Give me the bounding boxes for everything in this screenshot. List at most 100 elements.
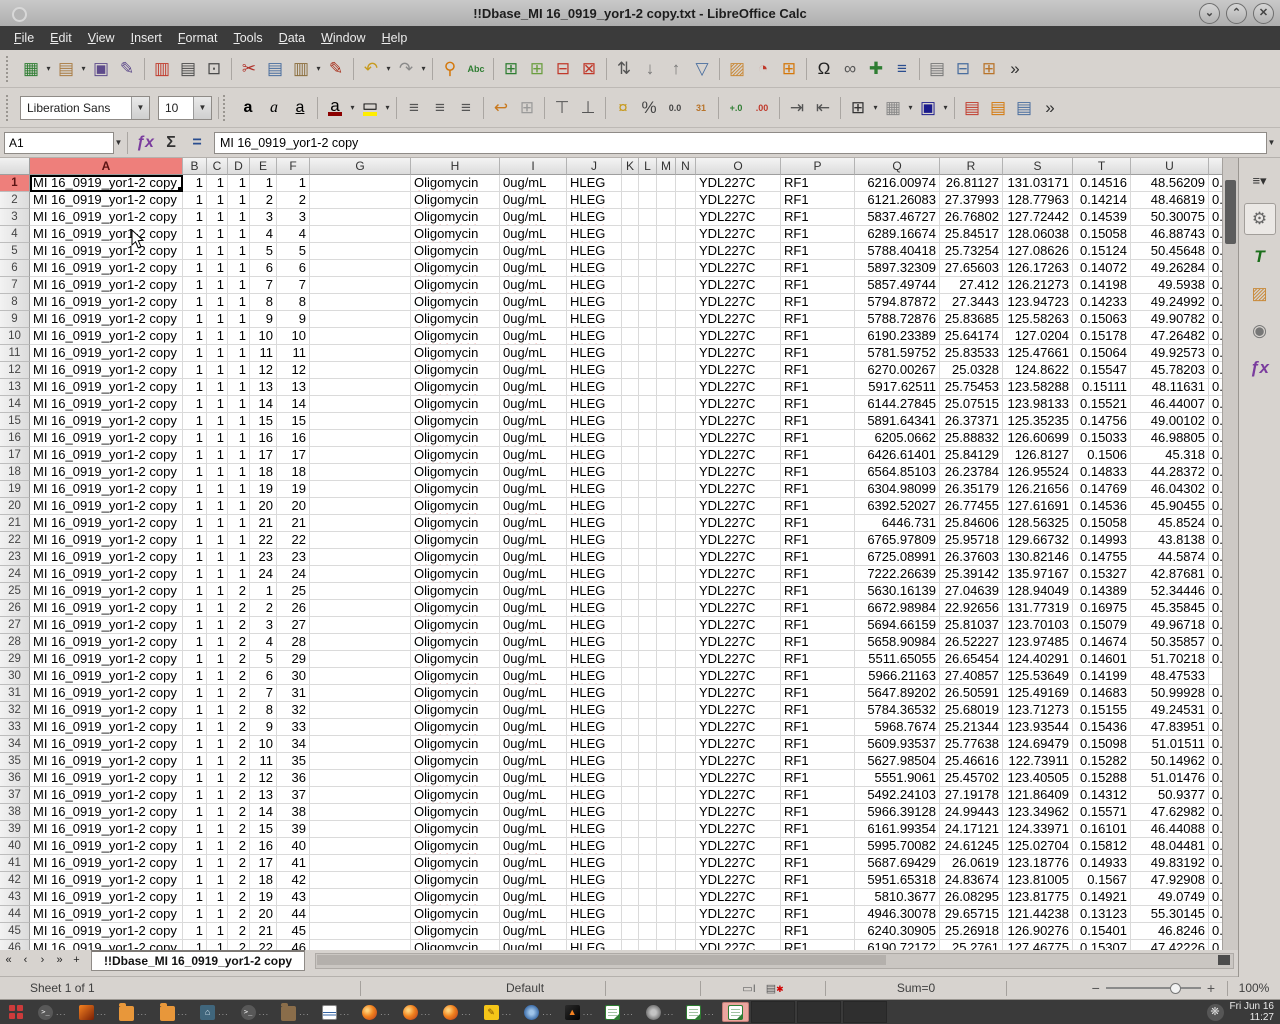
cell[interactable] xyxy=(676,515,696,532)
cell[interactable] xyxy=(657,532,676,549)
cell[interactable] xyxy=(639,940,657,950)
functions-button[interactable]: ƒx xyxy=(1245,353,1275,383)
cell[interactable]: 1 xyxy=(228,413,250,430)
cell[interactable]: 1 xyxy=(207,872,228,889)
maximize-button[interactable]: ⌃ xyxy=(1226,3,1247,24)
cell[interactable]: 6270.00267 xyxy=(855,362,940,379)
cell[interactable]: 49.0749 xyxy=(1131,889,1209,906)
cell[interactable] xyxy=(622,600,639,617)
row-header[interactable]: 28 xyxy=(0,634,30,651)
cell[interactable]: 6289.16674 xyxy=(855,226,940,243)
cell[interactable] xyxy=(676,481,696,498)
cell[interactable] xyxy=(676,175,696,192)
cell[interactable] xyxy=(639,362,657,379)
cell[interactable]: 27.412 xyxy=(940,277,1003,294)
document-modified-icon[interactable]: ▤✱ xyxy=(766,982,784,995)
insert-image-button[interactable]: ▨ xyxy=(725,56,749,82)
cell[interactable] xyxy=(657,685,676,702)
cell[interactable]: YDL227C xyxy=(696,413,781,430)
cell[interactable] xyxy=(657,736,676,753)
cell[interactable]: MI 16_0919_yor1-2 copy xyxy=(30,566,183,583)
cell[interactable]: 23 xyxy=(277,549,310,566)
cell[interactable] xyxy=(676,532,696,549)
cell[interactable]: 1 xyxy=(183,940,207,950)
row-header[interactable]: 6 xyxy=(0,260,30,277)
cell[interactable]: 1 xyxy=(207,549,228,566)
cell[interactable]: 26.23784 xyxy=(940,464,1003,481)
cell[interactable]: MI 16_0919_yor1-2 copy xyxy=(30,243,183,260)
cell[interactable]: 1 xyxy=(207,175,228,192)
cell[interactable]: 0.15064 xyxy=(1073,345,1131,362)
cell[interactable]: 25.88832 xyxy=(940,430,1003,447)
column-header-E[interactable]: E xyxy=(250,158,277,175)
cell[interactable] xyxy=(310,702,411,719)
row-header[interactable]: 24 xyxy=(0,566,30,583)
cell[interactable]: 1 xyxy=(183,617,207,634)
cell[interactable] xyxy=(622,294,639,311)
cell[interactable] xyxy=(310,209,411,226)
cell[interactable]: 126.90276 xyxy=(1003,923,1073,940)
cell[interactable] xyxy=(310,192,411,209)
cell[interactable]: 0.13123 xyxy=(1073,906,1131,923)
cell[interactable]: 1 xyxy=(183,226,207,243)
sheet-nav-add-icon[interactable]: + xyxy=(68,950,85,970)
cell[interactable] xyxy=(622,243,639,260)
cell[interactable]: Oligomycin xyxy=(411,889,500,906)
cell[interactable] xyxy=(310,719,411,736)
cell[interactable]: 0. xyxy=(1209,311,1222,328)
cell[interactable]: YDL227C xyxy=(696,328,781,345)
cell[interactable]: YDL227C xyxy=(696,362,781,379)
cell[interactable]: 8 xyxy=(250,294,277,311)
cell[interactable]: 1 xyxy=(228,226,250,243)
cell[interactable] xyxy=(310,260,411,277)
align-center-button[interactable]: ≡ xyxy=(428,95,452,121)
cell[interactable]: 1 xyxy=(228,464,250,481)
row-header[interactable]: 32 xyxy=(0,702,30,719)
cell[interactable]: 25.73254 xyxy=(940,243,1003,260)
cell[interactable]: 1 xyxy=(207,821,228,838)
cell[interactable] xyxy=(310,243,411,260)
cell[interactable] xyxy=(310,481,411,498)
cell[interactable] xyxy=(657,651,676,668)
cell[interactable]: 0. xyxy=(1209,481,1222,498)
cell[interactable] xyxy=(657,719,676,736)
cell[interactable]: 25.46616 xyxy=(940,753,1003,770)
cell[interactable] xyxy=(676,583,696,600)
cell[interactable]: 26.37603 xyxy=(940,549,1003,566)
cell[interactable]: 0.14769 xyxy=(1073,481,1131,498)
cell[interactable]: RF1 xyxy=(781,515,855,532)
cell[interactable]: 31 xyxy=(277,685,310,702)
cell[interactable]: 0ug/mL xyxy=(500,736,567,753)
row-header[interactable]: 39 xyxy=(0,821,30,838)
cell[interactable]: RF1 xyxy=(781,787,855,804)
cell[interactable] xyxy=(310,787,411,804)
row-header[interactable]: 30 xyxy=(0,668,30,685)
cell[interactable]: 1 xyxy=(228,260,250,277)
taskbar-item-firefox[interactable]: ... xyxy=(357,1002,396,1022)
cell[interactable] xyxy=(676,260,696,277)
column-header-H[interactable]: H xyxy=(411,158,500,175)
cell[interactable]: 1 xyxy=(183,600,207,617)
cell[interactable]: 25.83685 xyxy=(940,311,1003,328)
row-header[interactable]: 40 xyxy=(0,838,30,855)
cell[interactable]: 0.15521 xyxy=(1073,396,1131,413)
cell[interactable]: 46.44088 xyxy=(1131,821,1209,838)
sort-button[interactable]: ⇅ xyxy=(612,56,636,82)
freeze-panes-button[interactable]: ⊟ xyxy=(951,56,975,82)
cell[interactable]: 12 xyxy=(250,770,277,787)
cell[interactable]: 25 xyxy=(277,583,310,600)
merge-cells-button[interactable]: ⊞ xyxy=(515,95,539,121)
cell[interactable]: 27.37993 xyxy=(940,192,1003,209)
cell[interactable]: 25.83533 xyxy=(940,345,1003,362)
cell[interactable]: 6446.731 xyxy=(855,515,940,532)
cell[interactable]: 127.61691 xyxy=(1003,498,1073,515)
cell[interactable]: 0. xyxy=(1209,226,1222,243)
cell[interactable]: RF1 xyxy=(781,872,855,889)
bold-button[interactable]: a xyxy=(236,95,260,121)
cell[interactable]: RF1 xyxy=(781,804,855,821)
cell[interactable]: Oligomycin xyxy=(411,923,500,940)
cell[interactable] xyxy=(639,226,657,243)
cell[interactable]: 1 xyxy=(228,379,250,396)
cell[interactable] xyxy=(622,804,639,821)
cell[interactable]: 1 xyxy=(183,447,207,464)
